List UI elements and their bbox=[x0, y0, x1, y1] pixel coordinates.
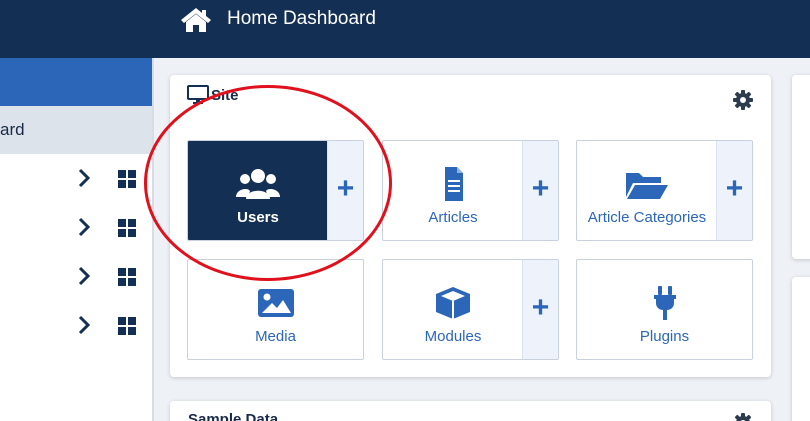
articles-tile: Articles + bbox=[382, 140, 559, 241]
add-category-button[interactable]: + bbox=[716, 141, 752, 240]
sidebar-divider bbox=[152, 58, 154, 421]
file-icon bbox=[445, 167, 463, 201]
article-categories-tile: Article Categories + bbox=[576, 140, 753, 241]
chevron-right-icon[interactable] bbox=[76, 217, 92, 237]
gear-icon[interactable] bbox=[733, 413, 753, 421]
articles-link[interactable]: Articles bbox=[383, 141, 523, 240]
chevron-right-icon[interactable] bbox=[76, 168, 92, 188]
top-header: Home Dashboard bbox=[0, 0, 810, 58]
sidebar-item[interactable] bbox=[0, 306, 152, 346]
sidebar: ard bbox=[0, 58, 152, 421]
article-categories-link[interactable]: Article Categories bbox=[577, 141, 717, 240]
sidebar-item-label: ard bbox=[0, 120, 25, 139]
tile-label: Media bbox=[255, 328, 296, 345]
chevron-right-icon[interactable] bbox=[76, 315, 92, 335]
chevron-right-icon[interactable] bbox=[76, 266, 92, 286]
folder-open-icon bbox=[626, 173, 668, 199]
monitor-icon bbox=[187, 85, 209, 104]
add-module-button[interactable]: + bbox=[522, 260, 558, 359]
card-title: Site bbox=[211, 87, 239, 104]
gear-icon[interactable] bbox=[733, 90, 753, 110]
modules-tile: Modules + bbox=[382, 259, 559, 360]
grid-icon[interactable] bbox=[118, 317, 136, 335]
grid-icon[interactable] bbox=[118, 170, 136, 188]
add-user-button[interactable]: + bbox=[327, 141, 363, 240]
plug-icon bbox=[653, 286, 676, 320]
tile-label: Article Categories bbox=[587, 209, 707, 226]
home-icon[interactable] bbox=[180, 7, 212, 33]
cube-icon bbox=[436, 287, 470, 319]
modules-link[interactable]: Modules bbox=[383, 260, 523, 359]
sidebar-item[interactable] bbox=[0, 208, 152, 248]
users-tile: Users + bbox=[187, 140, 364, 241]
grid-icon[interactable] bbox=[118, 219, 136, 237]
sidebar-item[interactable] bbox=[0, 257, 152, 297]
tile-label: Users bbox=[237, 209, 279, 226]
plus-icon: + bbox=[531, 172, 550, 205]
plus-icon: + bbox=[531, 291, 550, 324]
grid-icon[interactable] bbox=[118, 268, 136, 286]
side-card bbox=[792, 75, 810, 259]
plus-icon: + bbox=[725, 172, 744, 205]
add-article-button[interactable]: + bbox=[522, 141, 558, 240]
plus-icon: + bbox=[336, 172, 355, 205]
sidebar-item[interactable] bbox=[0, 159, 152, 199]
plugins-tile: Plugins bbox=[576, 259, 753, 360]
tile-label: Plugins bbox=[639, 328, 690, 345]
tile-label: Articles bbox=[428, 209, 478, 226]
site-card: Site Users + Articles + Article Categori… bbox=[170, 75, 771, 377]
users-icon bbox=[236, 169, 280, 199]
image-icon bbox=[257, 289, 294, 317]
plugins-link[interactable]: Plugins bbox=[577, 260, 752, 359]
card-title: Sample Data bbox=[188, 411, 279, 421]
side-card bbox=[792, 277, 810, 421]
page-title: Home Dashboard bbox=[227, 8, 376, 29]
media-tile: Media bbox=[187, 259, 364, 360]
sidebar-toggle-bar[interactable] bbox=[0, 58, 152, 106]
users-link[interactable]: Users bbox=[188, 141, 328, 240]
media-link[interactable]: Media bbox=[188, 260, 363, 359]
sample-data-card: Sample Data bbox=[170, 401, 771, 421]
tile-label: Modules bbox=[424, 328, 482, 345]
